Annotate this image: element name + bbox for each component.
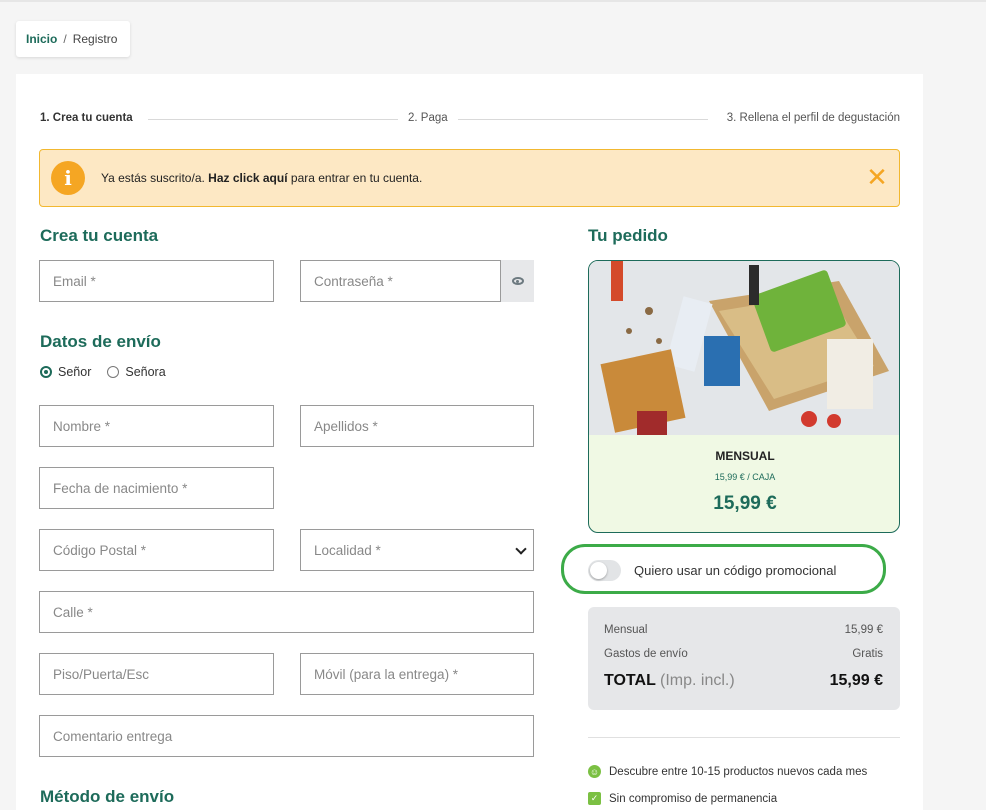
plan-price-per-box: 15,99 € / CAJA <box>714 472 776 482</box>
toggle-knob <box>590 562 607 579</box>
chevron-down-icon <box>515 543 527 555</box>
salutation-label: Señor <box>58 365 92 379</box>
order-title: Tu pedido <box>588 226 668 245</box>
benefit-item: ☺ Descubre entre 10-15 productos nuevos … <box>588 765 867 778</box>
summary-plan-value: 15,99 € <box>844 624 883 636</box>
summary-total-value: 15,99 € <box>829 672 883 689</box>
step-connector <box>148 119 398 120</box>
smile-icon: ☺ <box>588 765 601 778</box>
benefits-divider <box>588 737 900 738</box>
alert-login-link[interactable]: Haz click aquí <box>208 171 287 185</box>
email-field[interactable]: Email * <box>39 260 274 302</box>
summary-plan-label: Mensual <box>604 624 648 636</box>
total-incl-label: (Imp. incl.) <box>660 672 735 689</box>
delivery-comment-field[interactable]: Comentario entrega <box>39 715 534 757</box>
step-connector <box>458 119 708 120</box>
shipping-title: Datos de envío <box>40 332 161 351</box>
breadcrumb-current: Registro <box>72 32 118 46</box>
summary-total-label: TOTAL (Imp. incl.) <box>604 672 735 690</box>
promo-code-toggle[interactable] <box>588 560 621 581</box>
summary-row-plan: Mensual 15,99 € <box>604 624 883 636</box>
show-password-button[interactable] <box>501 260 534 302</box>
summary-shipping-value: Gratis <box>852 648 883 660</box>
radio-unchecked-icon[interactable] <box>107 366 120 378</box>
locality-select[interactable]: Localidad * <box>300 529 534 571</box>
summary-shipping-label: Gastos de envío <box>604 648 688 660</box>
close-icon[interactable]: ✕ <box>865 163 889 191</box>
password-field[interactable]: Contraseña * <box>300 260 501 302</box>
order-summary: Mensual 15,99 € Gastos de envío Gratis T… <box>588 607 900 710</box>
benefit-text: Descubre entre 10-15 productos nuevos ca… <box>609 765 868 778</box>
step-create-account: 1. Crea tu cuenta <box>40 112 133 124</box>
step-pay: 2. Paga <box>408 112 448 124</box>
breadcrumb: Inicio / Registro <box>16 21 130 57</box>
salutation-radio-group: Señor Señora <box>40 365 182 379</box>
alert-text-before: Ya estás suscrito/a. <box>101 171 205 185</box>
eye-icon <box>511 277 524 285</box>
floor-field[interactable]: Piso/Puerta/Esc <box>39 653 274 695</box>
shipping-method-title: Método de envío <box>40 787 175 806</box>
order-plan-card: MENSUAL 15,99 € / CAJA 15,99 € <box>588 260 900 533</box>
create-account-title: Crea tu cuenta <box>40 226 159 245</box>
breadcrumb-home-link[interactable]: Inicio <box>26 32 57 46</box>
radio-checked-icon[interactable] <box>40 366 52 378</box>
summary-row-total: TOTAL (Imp. incl.) 15,99 € <box>604 672 883 690</box>
postal-code-field[interactable]: Código Postal * <box>39 529 274 571</box>
street-field[interactable]: Calle * <box>39 591 534 633</box>
already-subscribed-alert: i Ya estás suscrito/a. Haz click aquí pa… <box>39 149 900 207</box>
checkout-steps: 1. Crea tu cuenta 2. Paga 3. Rellena el … <box>40 112 900 126</box>
first-name-field[interactable]: Nombre * <box>39 405 274 447</box>
alert-text-after: para entrar en tu cuenta. <box>290 171 423 185</box>
product-box-image <box>589 261 899 435</box>
salutation-option-senor[interactable]: Señor <box>40 365 91 379</box>
breadcrumb-separator: / <box>63 32 67 46</box>
salutation-label: Señora <box>125 365 166 379</box>
thumbs-up-icon: ✓ <box>588 792 601 805</box>
summary-row-shipping: Gastos de envío Gratis <box>604 648 883 660</box>
benefit-text: Sin compromiso de permanencia <box>609 792 778 805</box>
alert-message: Ya estás suscrito/a. Haz click aquí para… <box>101 171 422 185</box>
promo-code-label: Quiero usar un código promocional <box>634 563 837 578</box>
mobile-field[interactable]: Móvil (para la entrega) * <box>300 653 534 695</box>
info-icon: i <box>51 161 85 195</box>
step-tasting-profile: 3. Rellena el perfil de degustación <box>726 112 900 124</box>
benefit-item: ✓ Sin compromiso de permanencia <box>588 792 777 805</box>
birth-date-field[interactable]: Fecha de nacimiento * <box>39 467 274 509</box>
plan-name: MENSUAL <box>715 449 775 463</box>
last-name-field[interactable]: Apellidos * <box>300 405 534 447</box>
locality-placeholder: Localidad * <box>314 542 381 558</box>
plan-price: 15,99 € <box>713 493 777 514</box>
top-divider <box>0 0 986 2</box>
salutation-option-senora[interactable]: Señora <box>107 365 166 379</box>
total-label: TOTAL <box>604 672 656 689</box>
